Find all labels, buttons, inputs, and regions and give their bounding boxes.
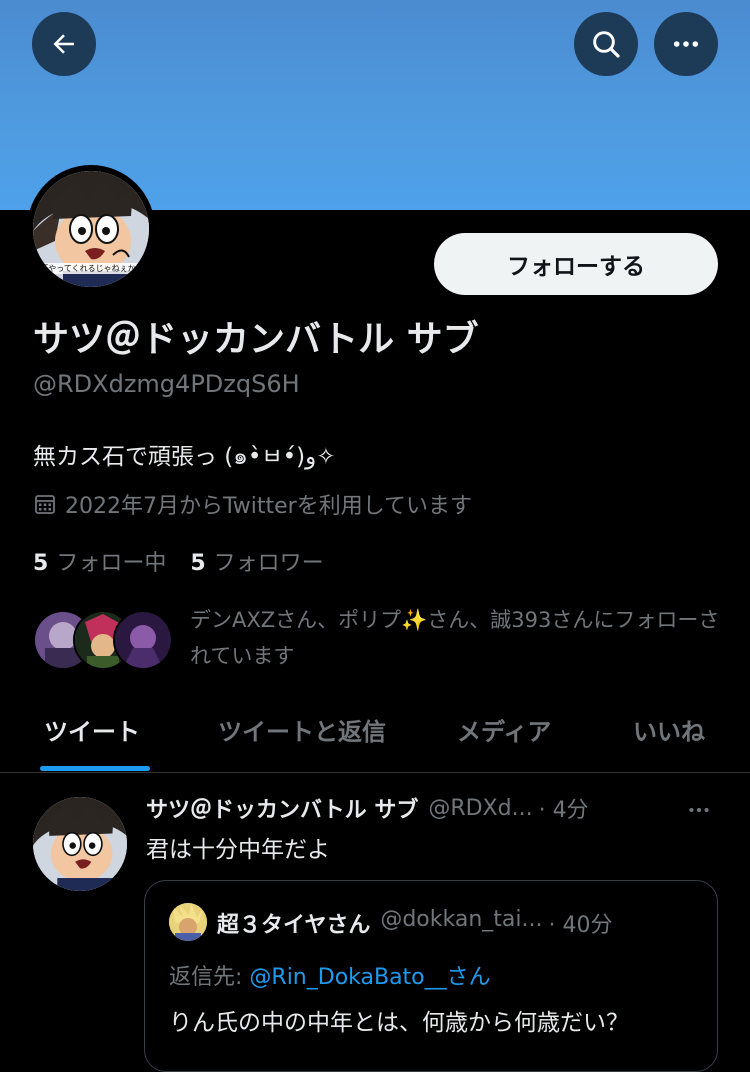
profile-name: サツ＠ドッカンバトル サブ [33,319,479,360]
reply-to-link[interactable]: @Rin_DokaBato__さん [249,965,490,990]
reply-prefix: 返信先: [169,965,250,990]
arrow-left-icon [53,34,74,54]
more-horizontal-icon [689,807,709,813]
tweet-text: 君は十分中年だよ [146,837,330,863]
followers-count: 5 [190,551,206,576]
tab-tweets-and-replies[interactable]: ツイートと返信 [218,712,386,747]
followed-by-avatars[interactable] [33,610,173,670]
calendar-icon [35,495,55,514]
back-button[interactable] [32,12,96,76]
avatar-caption: 「やってくれるじゃねぇか」 [39,263,145,274]
active-tab-indicator [40,766,150,771]
profile-avatar[interactable]: 「やってくれるじゃねぇか」 [27,165,155,293]
tweet-more-button[interactable] [684,797,714,827]
quoted-tweet[interactable]: 超３タイヤさん @dokkan_tai... · 40分 返信先: @Rin_D… [144,880,718,1072]
profile-bio: 無カス石で頑張っ (๑•̀ㅂ•́)و✧ [33,444,336,470]
following-count: 5 [33,551,49,576]
search-button[interactable] [574,12,638,76]
tab-media[interactable]: メディア [457,712,551,747]
following-label: フォロー中 [56,551,167,576]
more-button[interactable] [654,12,718,76]
tweet-author-name[interactable]: サツ＠ドッカンバトル サブ [146,792,418,824]
following-link[interactable]: 5 フォロー中 [33,545,166,577]
profile-handle: @RDXdzmg4PDzqS6H [33,370,300,398]
followers-link[interactable]: 5 フォロワー [190,545,323,577]
quoted-reply-line: 返信先: @Rin_DokaBato__さん [169,959,491,991]
tweet-time[interactable]: · 4分 [539,792,589,824]
followers-label: フォロワー [213,551,324,576]
search-icon [593,31,620,58]
quoted-tweet-time: · 40分 [548,913,613,938]
tab-likes[interactable]: いいね [633,712,705,747]
follow-counts: 5 フォロー中 5 フォロワー [33,545,324,577]
follower-avatar [113,610,173,670]
avatar-image: 「やってくれるじゃねぇか」 [33,171,149,287]
follow-button[interactable]: フォローする [434,233,718,295]
join-date: 2022年7月からTwitterを利用しています [33,488,472,520]
quoted-author-name: 超３タイヤさん [217,913,371,938]
profile-tabs: ツイート ツイートと返信 メディア いいね [0,700,750,773]
tweet-author-handle[interactable]: @RDXd... [428,796,532,821]
quoted-author-handle: @dokkan_tai... [380,907,543,932]
more-horizontal-icon [673,41,699,47]
quoted-tweet-header: 超３タイヤさん @dokkan_tai... · 40分 [217,907,612,939]
quoted-author-avatar [169,903,207,941]
followed-by-text[interactable]: デンAXZさん、ポリプ✨さん、誠393さんにフォローされています [190,602,720,674]
tweet-header: サツ＠ドッカンバトル サブ @RDXd... · 4分 [146,792,589,824]
tab-tweets[interactable]: ツイート [44,712,140,747]
quoted-tweet-text: りん氏の中の中年とは、何歳から何歳だい？ [169,1010,629,1036]
tweet-author-avatar[interactable] [33,797,127,891]
join-date-text: 2022年7月からTwitterを利用しています [65,494,473,519]
